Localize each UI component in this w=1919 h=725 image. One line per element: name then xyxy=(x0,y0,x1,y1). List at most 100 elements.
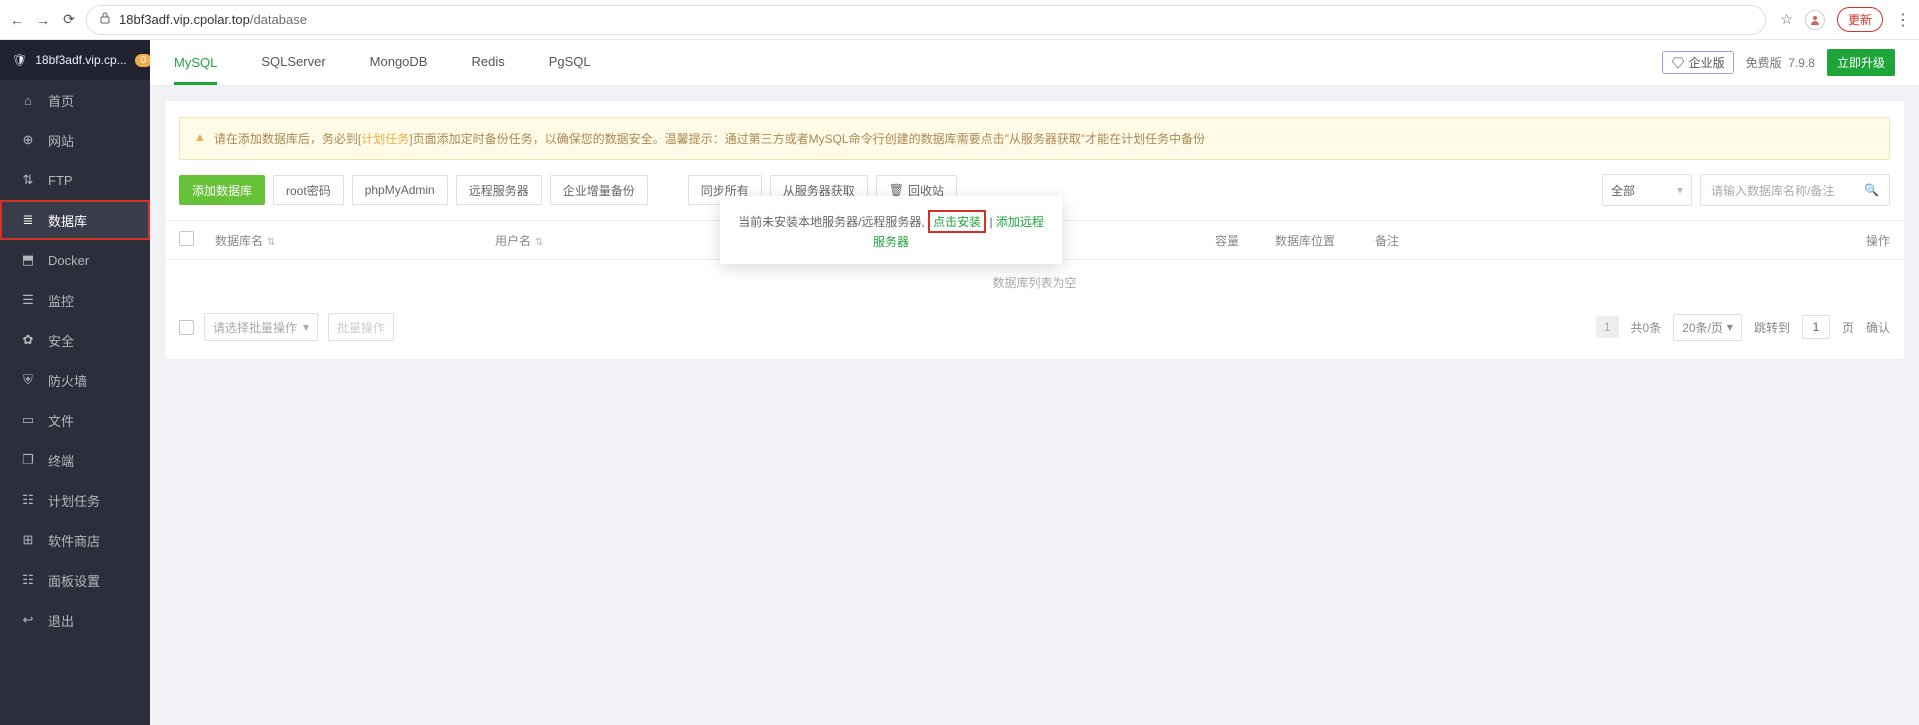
batch-select[interactable]: 请选择批量操作▾ xyxy=(204,313,318,341)
enterprise-label: 企业版 xyxy=(1689,54,1725,71)
add-database-button[interactable]: 添加数据库 xyxy=(179,175,265,205)
ftp-icon: ⇅ xyxy=(20,172,36,188)
col-note: 备注 xyxy=(1375,232,1830,249)
tab-mongodb[interactable]: MongoDB xyxy=(370,54,428,71)
notice-text: 当前未安装本地服务器/远程服务器, xyxy=(738,215,925,229)
table-empty: 数据库列表为空 xyxy=(165,260,1904,305)
chevron-down-icon: ▾ xyxy=(1727,320,1733,334)
calendar-icon: ☷ xyxy=(20,492,36,508)
col-capacity: 容量 xyxy=(1215,232,1275,249)
database-icon: ≣ xyxy=(20,212,36,228)
goto-input[interactable]: 1 xyxy=(1802,315,1830,339)
logout-icon: ↩ xyxy=(20,612,36,628)
sidebar-item-docker[interactable]: ⬒ Docker xyxy=(0,240,150,280)
sidebar-item-label: 数据库 xyxy=(48,211,87,230)
banner-text: 请在添加数据库后，务必到[计划任务]页面添加定时备份任务，以确保您的数据安全。温… xyxy=(214,130,1205,147)
sidebar-item-logout[interactable]: ↩ 退出 xyxy=(0,600,150,640)
batch-apply-button[interactable]: 批量操作 xyxy=(328,313,394,341)
sidebar-item-label: 计划任务 xyxy=(48,491,100,510)
update-badge[interactable]: 更新 xyxy=(1837,7,1883,32)
forward-button[interactable]: → xyxy=(34,12,52,28)
sort-icon: ⇅ xyxy=(267,237,275,248)
search-icon: 🔍 xyxy=(1864,183,1879,197)
sidebar-item-label: 软件商店 xyxy=(48,531,100,550)
home-icon: ⌂ xyxy=(20,93,36,108)
docker-icon: ⬒ xyxy=(20,252,36,268)
tab-sqlserver[interactable]: SQLServer xyxy=(261,54,325,71)
select-all-footer-checkbox[interactable] xyxy=(179,320,194,335)
page-size-select[interactable]: 20条/页▾ xyxy=(1673,314,1742,341)
sidebar-item-label: 监控 xyxy=(48,291,74,310)
sidebar-item-label: 网站 xyxy=(48,131,74,150)
sidebar-header[interactable]: 🛡 18bf3adf.vip.cp... 0 xyxy=(0,40,150,80)
monitor-icon: ☰ xyxy=(20,292,36,308)
page-suffix: 页 xyxy=(1842,319,1854,336)
total-count: 共0条 xyxy=(1631,319,1662,336)
enterprise-badge[interactable]: 企业版 xyxy=(1662,51,1734,74)
sidebar-item-site[interactable]: ⊕ 网站 xyxy=(0,120,150,160)
trash-icon: 🗑 xyxy=(889,183,904,197)
search-input[interactable]: 请输入数据库名称/备注 🔍 xyxy=(1700,174,1890,206)
sidebar-item-terminal[interactable]: ❐终端 xyxy=(0,440,150,480)
grid-icon: ⊞ xyxy=(20,532,36,548)
goto-label: 跳转到 xyxy=(1754,319,1790,336)
upgrade-button[interactable]: 立即升级 xyxy=(1827,49,1895,76)
shield-icon: 🛡 xyxy=(12,53,27,67)
reload-button[interactable]: ⟳ xyxy=(60,11,78,28)
filter-value: 全部 xyxy=(1611,182,1635,199)
terminal-icon: ❐ xyxy=(20,452,36,468)
sidebar-item-settings[interactable]: ☷面板设置 xyxy=(0,560,150,600)
url-host: 18bf3adf.vip.cpolar.top xyxy=(119,12,250,27)
tab-mysql[interactable]: MySQL xyxy=(174,55,217,85)
chevron-down-icon: ▾ xyxy=(303,320,309,334)
enterprise-backup-button[interactable]: 企业增量备份 xyxy=(550,175,648,205)
install-notice: 当前未安装本地服务器/远程服务器, 点击安装 | 添加远程服务器 xyxy=(720,196,1062,264)
chevron-down-icon: ▾ xyxy=(1677,183,1683,197)
sidebar-item-firewall[interactable]: ⛨防火墙 xyxy=(0,360,150,400)
sidebar-item-label: Docker xyxy=(48,253,89,268)
tab-pgsql[interactable]: PgSQL xyxy=(549,54,591,71)
col-location: 数据库位置 xyxy=(1275,232,1375,249)
sidebar-item-security[interactable]: ✿ 安全 xyxy=(0,320,150,360)
kebab-icon[interactable]: ⋮ xyxy=(1895,10,1911,30)
sidebar-item-monitor[interactable]: ☰ 监控 xyxy=(0,280,150,320)
avatar-icon[interactable] xyxy=(1805,10,1825,30)
sidebar-item-label: 防火墙 xyxy=(48,371,87,390)
filter-select[interactable]: 全部 ▾ xyxy=(1602,174,1692,206)
security-icon: ✿ xyxy=(20,332,36,348)
select-all-checkbox[interactable] xyxy=(179,231,194,246)
warning-icon: ▲ xyxy=(194,130,206,147)
current-page: 1 xyxy=(1596,316,1619,338)
sidebar-item-label: 安全 xyxy=(48,331,74,350)
db-type-tabs: MySQL SQLServer MongoDB Redis PgSQL 企业版 … xyxy=(150,40,1919,86)
sidebar-item-label: FTP xyxy=(48,173,73,188)
sidebar-item-database[interactable]: ≣ 数据库 xyxy=(0,200,150,240)
banner-link[interactable]: 计划任务 xyxy=(361,132,409,146)
globe-icon: ⊕ xyxy=(20,132,36,148)
sidebar-item-cron[interactable]: ☷ 计划任务 xyxy=(0,480,150,520)
star-icon[interactable]: ☆ xyxy=(1780,11,1793,28)
url-field[interactable]: 18bf3adf.vip.cpolar.top/database xyxy=(86,5,1766,35)
sidebar-item-store[interactable]: ⊞ 软件商店 xyxy=(0,520,150,560)
root-password-button[interactable]: root密码 xyxy=(273,175,344,205)
install-link[interactable]: 点击安装 xyxy=(933,215,981,229)
diamond-icon xyxy=(1671,56,1685,70)
sidebar-item-label: 退出 xyxy=(48,611,74,630)
version-text: 免费版 7.9.8 xyxy=(1746,54,1815,71)
goto-confirm-button[interactable]: 确认 xyxy=(1866,319,1890,336)
remote-server-button[interactable]: 远程服务器 xyxy=(456,175,542,205)
sidebar-item-files[interactable]: ▭文件 xyxy=(0,400,150,440)
separator: | xyxy=(989,215,992,229)
sidebar-item-home[interactable]: ⌂首页 xyxy=(0,80,150,120)
search-placeholder: 请输入数据库名称/备注 xyxy=(1711,182,1834,199)
tab-redis[interactable]: Redis xyxy=(471,54,504,71)
phpmyadmin-button[interactable]: phpMyAdmin xyxy=(352,175,448,205)
sidebar-item-label: 面板设置 xyxy=(48,571,100,590)
lock-icon xyxy=(99,12,111,27)
col-name[interactable]: 数据库名⇅ xyxy=(215,232,495,249)
info-banner: ▲ 请在添加数据库后，务必到[计划任务]页面添加定时备份任务，以确保您的数据安全… xyxy=(179,117,1890,160)
sort-icon: ⇅ xyxy=(535,237,543,248)
sidebar-item-ftp[interactable]: ⇅ FTP xyxy=(0,160,150,200)
url-path: /database xyxy=(250,12,307,27)
back-button[interactable]: ← xyxy=(8,12,26,28)
